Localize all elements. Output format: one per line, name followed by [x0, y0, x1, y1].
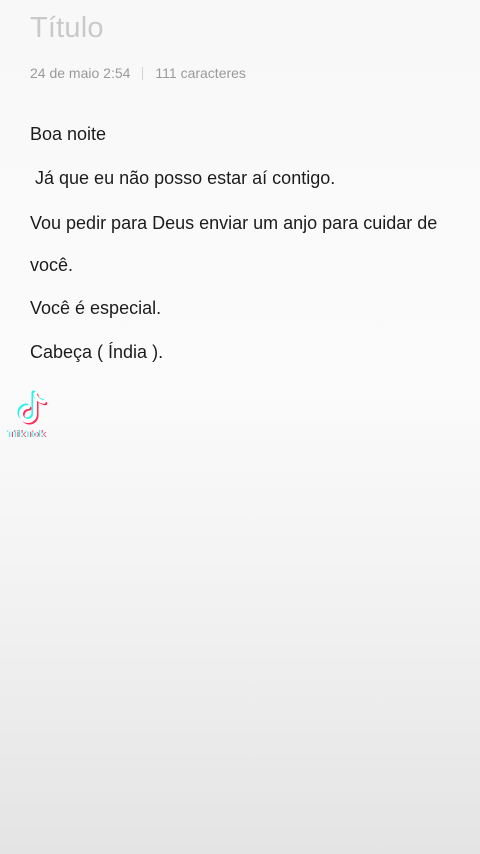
note-title-field[interactable]: Título — [30, 12, 104, 45]
note-paragraph: Cabeça ( Índia ). — [30, 342, 164, 362]
tiktok-watermark: TikTok — [8, 386, 64, 448]
note-paragraph: Já que eu não posso estar aí contigo. — [30, 168, 336, 188]
character-count: 111 caracteres — [155, 65, 246, 81]
note-paragraph: Boa noite — [30, 124, 107, 144]
note-body-editor[interactable]: Boa noite Já que eu não posso estar aí c… — [30, 120, 450, 382]
note-metadata: 24 de maio 2:54 111 caracteres — [30, 65, 246, 81]
note-paragraph: Vou pedir para Deus enviar um anjo para … — [30, 213, 443, 275]
meta-divider — [142, 66, 144, 80]
tiktok-logo-icon — [17, 390, 48, 425]
note-date: 24 de maio 2:54 — [30, 65, 131, 81]
tiktok-watermark-text: TikTok — [8, 430, 47, 440]
note-paragraph: Você é especial. — [30, 298, 162, 318]
